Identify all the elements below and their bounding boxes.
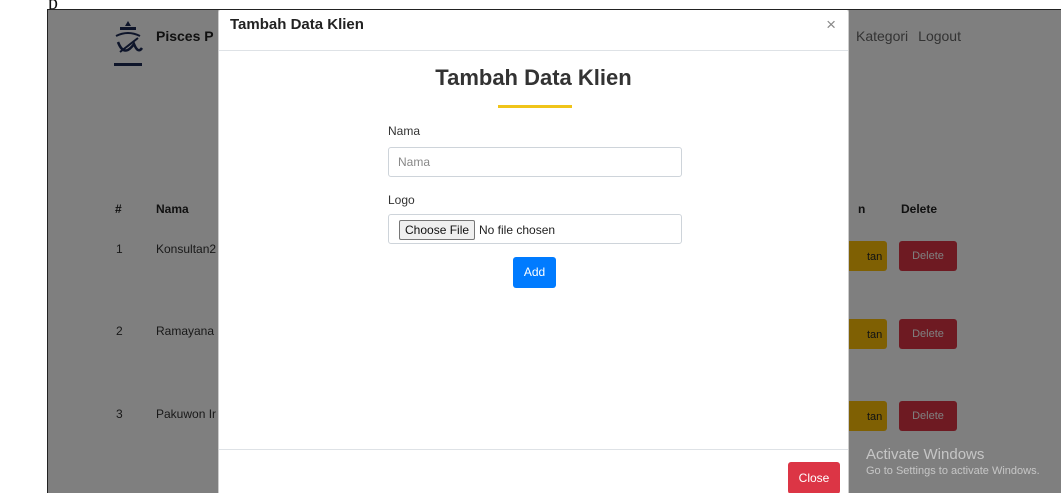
name-input[interactable] [388,147,682,177]
name-label: Nama [388,124,421,138]
add-client-modal: Tambah Data Klien × Tambah Data Klien Na… [218,10,849,493]
modal-footer: Close [219,449,848,493]
close-button[interactable]: Close [788,462,840,493]
screenshot-stage: p Pisces P KategoriLogout # Nama n Delet… [0,0,1061,493]
modal-title: Tambah Data Klien [230,16,364,33]
watermark-title: Activate Windows [866,446,985,463]
watermark-subtitle: Go to Settings to activate Windows. [866,465,1040,477]
activate-windows-watermark: Activate Windows Go to Settings to activ… [866,446,1040,477]
add-button[interactable]: Add [513,257,556,288]
logo-label: Logo [388,193,415,207]
form-heading: Tambah Data Klien [435,65,632,90]
heading-underline [498,105,572,108]
choose-file-button[interactable]: Choose File [399,220,476,240]
logo-file-input: Choose File No file chosen [388,214,682,244]
file-status: No file chosen [479,223,556,237]
browser-viewport: Pisces P KategoriLogout # Nama n Delete … [47,9,1061,493]
modal-header: Tambah Data Klien × [219,10,848,51]
close-icon[interactable]: × [826,15,836,35]
